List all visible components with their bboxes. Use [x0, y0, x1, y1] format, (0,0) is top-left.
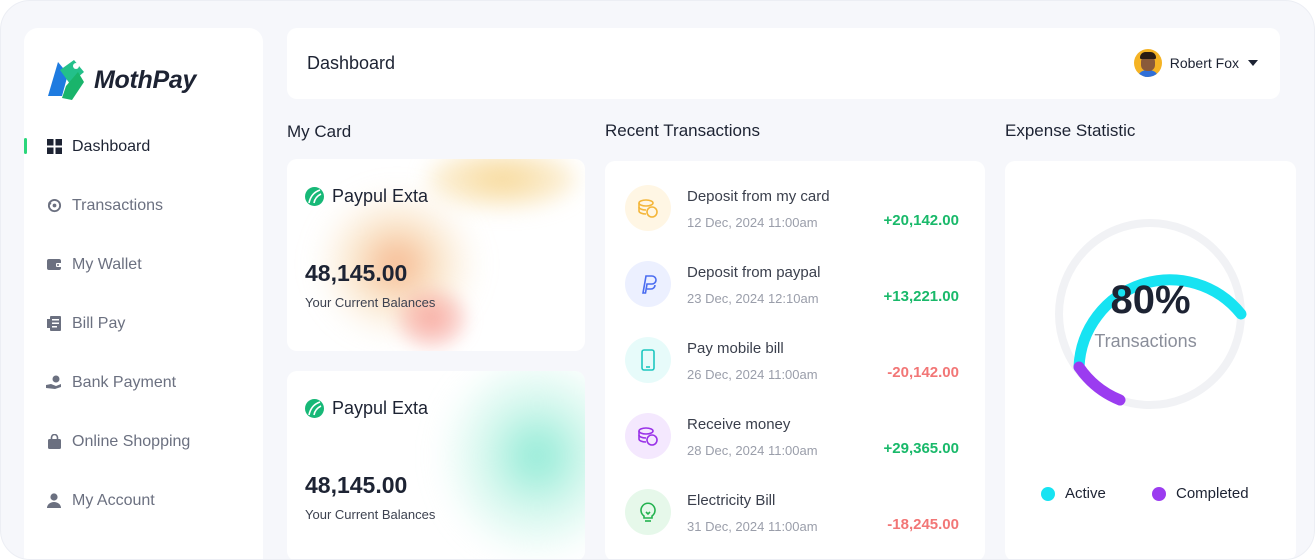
recent-transactions-title: Recent Transactions — [605, 121, 760, 140]
sidebar-item-label: Dashboard — [72, 138, 151, 155]
card-balance-caption: Your Current Balances — [305, 507, 436, 522]
user-menu[interactable]: Robert Fox — [1133, 49, 1258, 77]
sidebar-item-label: Transactions — [72, 197, 163, 214]
transaction-row[interactable]: Pay mobile bill 26 Dec, 2024 11:00am -20… — [625, 337, 965, 387]
logo[interactable]: MothPay — [44, 56, 196, 104]
gauge-percent: 80% — [1110, 278, 1191, 322]
sidebar-item-transactions[interactable]: Transactions — [24, 187, 263, 246]
sidebar-item-label: Online Shopping — [72, 433, 191, 450]
transaction-date: 28 Dec, 2024 11:00am — [687, 443, 818, 458]
transaction-amount: -18,245.00 — [887, 516, 959, 533]
sidebar-item-dashboard[interactable]: Dashboard — [24, 128, 263, 187]
chevron-down-icon — [1248, 60, 1258, 66]
transaction-date: 31 Dec, 2024 11:00am — [687, 519, 818, 534]
top-bar: Dashboard Robert Fox — [287, 28, 1280, 99]
sidebar-item-bill-pay[interactable]: Bill Pay — [24, 305, 263, 364]
legend-active: Active — [1041, 485, 1106, 502]
leaf-icon — [305, 187, 324, 206]
sidebar-item-my-account[interactable]: My Account — [24, 482, 263, 541]
transaction-date: 12 Dec, 2024 11:00am — [687, 215, 818, 230]
transaction-row[interactable]: Electricity Bill 31 Dec, 2024 11:00am -1… — [625, 489, 965, 539]
balance-card[interactable]: Paypul Exta 48,145.00 Your Current Balan… — [287, 371, 585, 559]
balance-card[interactable]: Paypul Exta 48,145.00 Your Current Balan… — [287, 159, 585, 351]
avatar — [1133, 49, 1162, 77]
card-brand: Paypul Exta — [305, 398, 428, 419]
legend-label: Active — [1065, 485, 1106, 502]
money-stack-icon — [625, 413, 671, 459]
sidebar-item-label: My Wallet — [72, 256, 142, 273]
gauge-label: Transactions — [1094, 331, 1197, 351]
transaction-amount: +29,365.00 — [883, 440, 960, 457]
sidebar-item-label: Bill Pay — [72, 315, 126, 332]
card-brand-label: Paypul Exta — [332, 398, 429, 418]
transaction-title: Receive money — [687, 416, 791, 433]
wallet-icon — [46, 256, 62, 272]
refresh-icon — [46, 197, 62, 213]
completed-dot-icon — [1152, 486, 1166, 501]
user-name: Robert Fox — [1169, 55, 1239, 71]
leaf-icon — [305, 399, 324, 418]
app-frame: MothPay Dashboard Transactions My Wallet — [0, 0, 1315, 560]
card-balance: 48,145.00 — [305, 472, 408, 498]
expense-panel: 80% Transactions Active Completed — [1005, 161, 1296, 559]
transaction-amount: +13,221.00 — [883, 288, 960, 305]
sidebar-nav: Dashboard Transactions My Wallet Bill Pa… — [24, 128, 263, 541]
sidebar-item-bank-payment[interactable]: Bank Payment — [24, 364, 263, 423]
transactions-panel: Deposit from my card 12 Dec, 2024 11:00a… — [605, 161, 985, 559]
mothpay-logo-icon — [48, 60, 84, 100]
bag-icon — [46, 433, 62, 449]
card-brand-label: Paypul Exta — [332, 186, 429, 206]
card-balance-caption: Your Current Balances — [305, 295, 436, 310]
legend-completed: Completed — [1152, 485, 1249, 502]
transaction-amount: +20,142.00 — [883, 212, 960, 229]
receipt-icon — [46, 315, 62, 331]
page-title: Dashboard — [307, 53, 396, 73]
grid-icon — [46, 138, 62, 154]
coins-icon — [625, 185, 671, 231]
user-icon — [46, 492, 62, 508]
sidebar: MothPay Dashboard Transactions My Wallet — [24, 28, 263, 559]
bulb-icon — [625, 489, 671, 535]
transaction-row[interactable]: Deposit from paypal 23 Dec, 2024 12:10am… — [625, 261, 965, 311]
hand-coin-icon — [46, 374, 62, 390]
logo-text: MothPay — [94, 65, 197, 94]
transaction-title: Electricity Bill — [687, 492, 776, 509]
gauge-completed-arc — [1073, 361, 1126, 406]
transaction-row[interactable]: Deposit from my card 12 Dec, 2024 11:00a… — [625, 185, 965, 235]
transaction-title: Deposit from my card — [687, 188, 830, 205]
card-balance: 48,145.00 — [305, 260, 408, 286]
sidebar-item-label: Bank Payment — [72, 374, 177, 391]
transaction-title: Pay mobile bill — [687, 340, 784, 357]
sidebar-item-my-wallet[interactable]: My Wallet — [24, 246, 263, 305]
legend-label: Completed — [1176, 485, 1249, 502]
paypal-icon — [625, 261, 671, 307]
transaction-date: 26 Dec, 2024 11:00am — [687, 367, 818, 382]
card-brand: Paypul Exta — [305, 186, 428, 207]
sidebar-item-online-shopping[interactable]: Online Shopping — [24, 423, 263, 482]
transaction-date: 23 Dec, 2024 12:10am — [687, 291, 819, 306]
transaction-title: Deposit from paypal — [687, 264, 821, 281]
sidebar-item-label: My Account — [72, 492, 155, 509]
expense-statistic-title: Expense Statistic — [1005, 121, 1136, 140]
mobile-icon — [625, 337, 671, 383]
transaction-amount: -20,142.00 — [887, 364, 959, 381]
transaction-row[interactable]: Receive money 28 Dec, 2024 11:00am +29,3… — [625, 413, 965, 463]
my-card-title: My Card — [287, 122, 352, 141]
active-dot-icon — [1041, 486, 1055, 501]
